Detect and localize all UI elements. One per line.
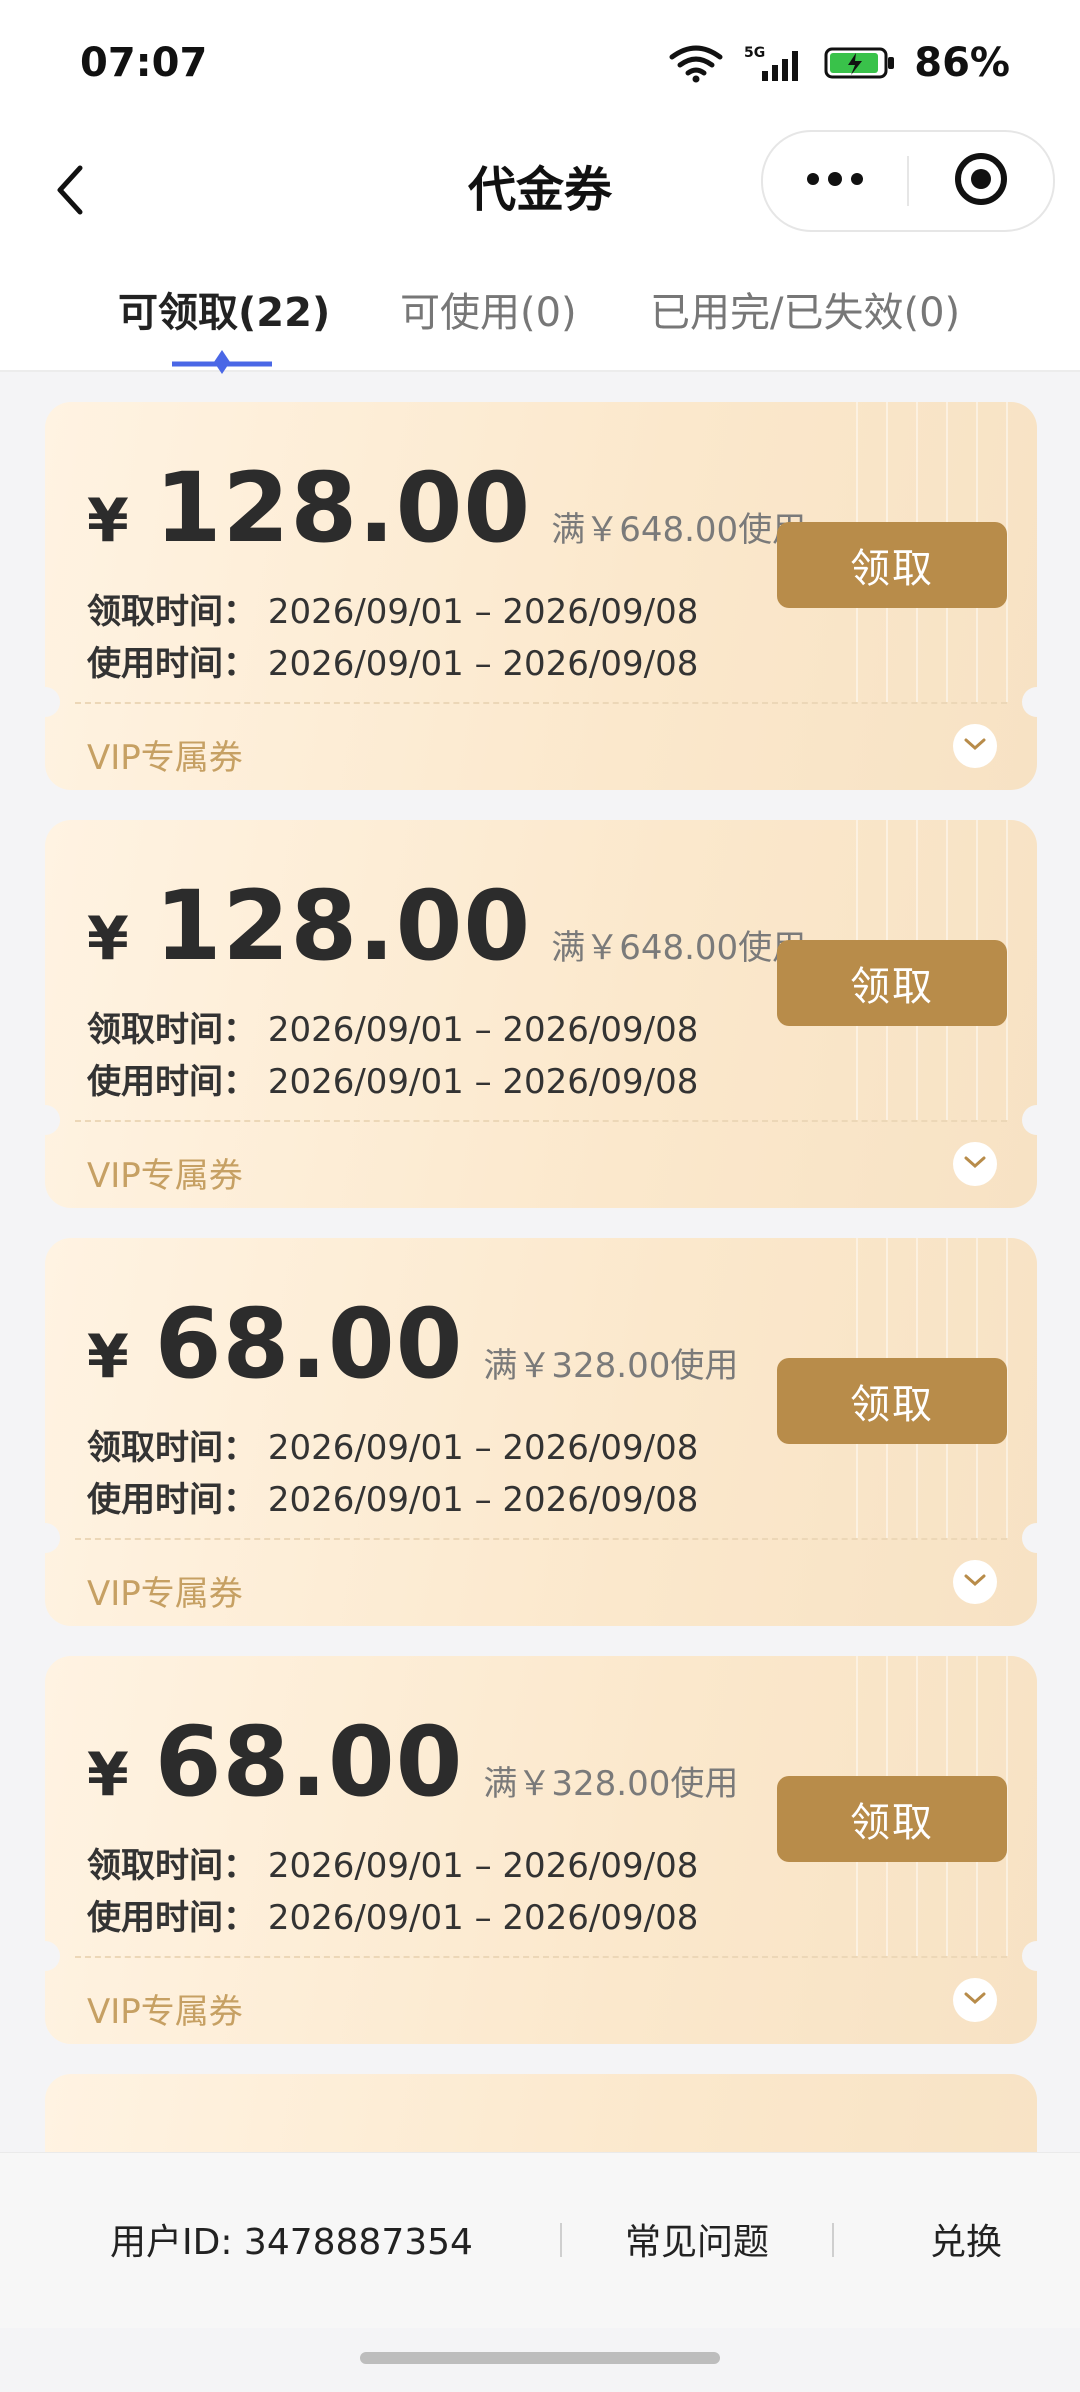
more-dots-icon	[805, 171, 865, 191]
coupon-divider	[75, 1956, 1007, 1958]
coupon-notch-left	[45, 1105, 60, 1135]
chevron-down-icon	[963, 1572, 987, 1592]
tab-available[interactable]: 可领取(22)	[118, 280, 330, 338]
claim-button[interactable]: 领取	[777, 522, 1007, 608]
claim-time-row: 领取时间： 2026/09/01 – 2026/09/08	[87, 1420, 698, 1469]
battery-percent: 86%	[914, 40, 1010, 86]
currency-symbol: ¥	[87, 1322, 129, 1392]
expand-button[interactable]	[953, 1142, 997, 1186]
use-time-value: 2026/09/01 – 2026/09/08	[267, 1898, 699, 1938]
currency-symbol: ¥	[87, 1740, 129, 1810]
use-time-row: 使用时间： 2026/09/01 – 2026/09/08	[87, 1054, 698, 1103]
use-time-row: 使用时间： 2026/09/01 – 2026/09/08	[87, 1890, 698, 1939]
status-bar: 07:07 5G 86%	[0, 0, 1080, 130]
coupon-amount: 128.00	[154, 452, 532, 564]
coupon-amount: 68.00	[154, 1706, 464, 1818]
coupon-amount-row: ¥ 68.00 满￥328.00使用	[87, 1706, 738, 1818]
user-id: 用户ID: 3478887354	[110, 2222, 473, 2263]
more-button[interactable]	[763, 132, 907, 230]
mini-program-capsule	[761, 130, 1055, 232]
coupon-threshold: 满￥648.00使用	[551, 510, 807, 550]
claim-time-label: 领取时间：	[87, 1428, 257, 1468]
coupon-tag: VIP专属券	[87, 738, 243, 778]
use-time-label: 使用时间：	[87, 1480, 257, 1520]
active-tab-indicator	[172, 350, 272, 374]
status-time: 07:07	[80, 40, 208, 86]
claim-time-value: 2026/09/01 – 2026/09/08	[267, 1846, 699, 1886]
claim-time-row: 领取时间： 2026/09/01 – 2026/09/08	[87, 1838, 698, 1887]
claim-time-label: 领取时间：	[87, 592, 257, 632]
coupon-divider	[75, 702, 1007, 704]
claim-time-value: 2026/09/01 – 2026/09/08	[267, 592, 699, 632]
coupon-notch-left	[45, 1941, 60, 1971]
coupon-card: ¥ 128.00 满￥648.00使用 领取时间： 2026/09/01 – 2…	[45, 402, 1037, 790]
coupon-tag: VIP专属券	[87, 1156, 243, 1196]
tab-expired[interactable]: 已用完/已失效(0)	[650, 280, 960, 338]
coupon-divider	[75, 1120, 1007, 1122]
tab-usable[interactable]: 可使用(0)	[400, 280, 577, 338]
target-icon	[953, 151, 1009, 211]
currency-symbol: ¥	[87, 904, 129, 974]
coupon-threshold: 满￥328.00使用	[483, 1346, 739, 1386]
coupon-threshold: 满￥328.00使用	[483, 1764, 739, 1804]
use-time-value: 2026/09/01 – 2026/09/08	[267, 1062, 699, 1102]
chevron-down-icon	[963, 1990, 987, 2010]
coupon-notch-left	[45, 1523, 60, 1553]
home-indicator[interactable]	[360, 2352, 720, 2364]
claim-button[interactable]: 领取	[777, 1776, 1007, 1862]
coupon-card: ¥ 68.00 满￥328.00使用 领取时间： 2026/09/01 – 20…	[45, 1238, 1037, 1626]
chevron-down-icon	[963, 736, 987, 756]
claim-button[interactable]: 领取	[777, 940, 1007, 1026]
tab-bar: 可领取(22) 可使用(0) 已用完/已失效(0)	[0, 250, 1080, 374]
coupon-threshold: 满￥648.00使用	[551, 928, 807, 968]
claim-time-row: 领取时间： 2026/09/01 – 2026/09/08	[87, 584, 698, 633]
coupon-amount-row: ¥ 68.00 满￥328.00使用	[87, 1288, 738, 1400]
bottom-divider	[832, 2223, 834, 2257]
redeem-link[interactable]: 兑换	[930, 2213, 1002, 2265]
use-time-row: 使用时间： 2026/09/01 – 2026/09/08	[87, 1472, 698, 1521]
coupon-card-partial	[45, 2074, 1037, 2152]
claim-time-label: 领取时间：	[87, 1846, 257, 1886]
coupon-amount-row: ¥ 128.00 满￥648.00使用	[87, 870, 806, 982]
claim-time-row: 领取时间： 2026/09/01 – 2026/09/08	[87, 1002, 698, 1051]
coupon-amount: 128.00	[154, 870, 532, 982]
chevron-down-icon	[963, 1154, 987, 1174]
faq-link[interactable]: 常见问题	[625, 2213, 769, 2265]
use-time-label: 使用时间：	[87, 644, 257, 684]
coupon-list[interactable]: ¥ 128.00 满￥648.00使用 领取时间： 2026/09/01 – 2…	[0, 372, 1080, 2152]
signal-icon: 5G	[742, 43, 806, 83]
nav-bar: 代金券	[0, 130, 1080, 250]
claim-button[interactable]: 领取	[777, 1358, 1007, 1444]
bottom-divider	[560, 2223, 562, 2257]
use-time-label: 使用时间：	[87, 1898, 257, 1938]
coupon-divider	[75, 1538, 1007, 1540]
use-time-value: 2026/09/01 – 2026/09/08	[267, 644, 699, 684]
claim-time-value: 2026/09/01 – 2026/09/08	[267, 1428, 699, 1468]
coupon-card: ¥ 68.00 满￥328.00使用 领取时间： 2026/09/01 – 20…	[45, 1656, 1037, 2044]
status-icons: 5G 86%	[668, 40, 1010, 86]
currency-symbol: ¥	[87, 486, 129, 556]
battery-icon	[824, 43, 896, 83]
coupon-notch-left	[45, 687, 60, 717]
expand-button[interactable]	[953, 1560, 997, 1604]
claim-time-label: 领取时间：	[87, 1010, 257, 1050]
coupon-card: ¥ 128.00 满￥648.00使用 领取时间： 2026/09/01 – 2…	[45, 820, 1037, 1208]
use-time-label: 使用时间：	[87, 1062, 257, 1102]
use-time-value: 2026/09/01 – 2026/09/08	[267, 1480, 699, 1520]
close-miniprogram-button[interactable]	[909, 132, 1053, 230]
coupon-amount-row: ¥ 128.00 满￥648.00使用	[87, 452, 806, 564]
use-time-row: 使用时间： 2026/09/01 – 2026/09/08	[87, 636, 698, 685]
network-label: 5G	[744, 45, 765, 61]
coupon-tag: VIP专属券	[87, 1992, 243, 2032]
expand-button[interactable]	[953, 1978, 997, 2022]
coupon-amount: 68.00	[154, 1288, 464, 1400]
claim-time-value: 2026/09/01 – 2026/09/08	[267, 1010, 699, 1050]
bottom-bar: 用户ID: 3478887354 常见问题 兑换	[0, 2152, 1080, 2328]
coupon-tag: VIP专属券	[87, 1574, 243, 1614]
expand-button[interactable]	[953, 724, 997, 768]
wifi-icon	[668, 43, 724, 83]
